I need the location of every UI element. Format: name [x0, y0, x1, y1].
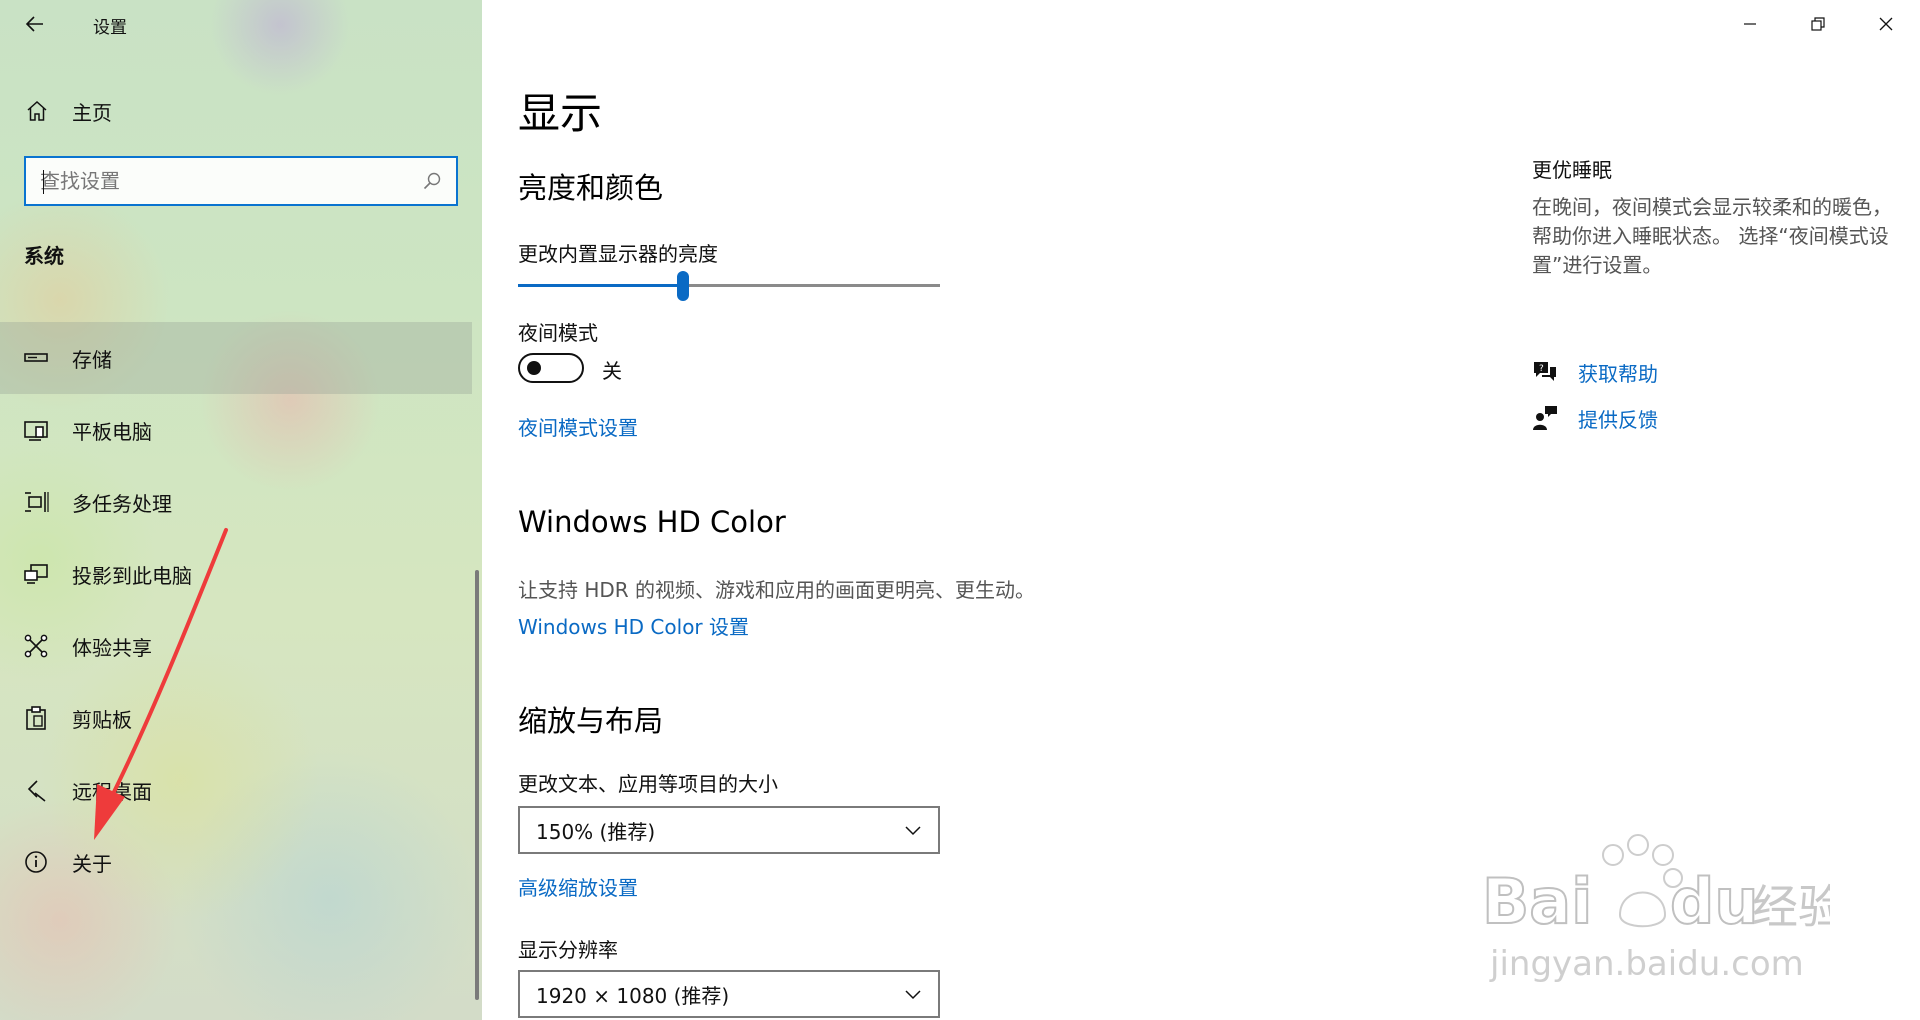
- scale-value: 150% (推荐): [536, 819, 656, 844]
- info-icon: [22, 848, 50, 876]
- clipboard-icon: [22, 704, 50, 732]
- tablet-icon: [22, 416, 50, 444]
- sidebar-item-label: 存储: [72, 347, 112, 372]
- sidebar-item-label: 关于: [72, 851, 112, 876]
- hdr-heading: Windows HD Color: [518, 505, 786, 539]
- slider-fill: [518, 284, 683, 287]
- search-input[interactable]: [26, 158, 418, 204]
- sidebar-item-about[interactable]: 关于: [0, 826, 472, 898]
- sidebar-nav: 存储 平板电脑 多任务处理 投影到此电脑 体验共享 剪贴板 远程桌面 关于: [0, 322, 472, 898]
- sidebar-scrollbar[interactable]: [475, 570, 479, 1000]
- sidebar-item-tablet[interactable]: 平板电脑: [0, 394, 472, 466]
- storage-icon: [22, 344, 50, 372]
- scale-label: 更改文本、应用等项目的大小: [518, 772, 778, 796]
- resolution-dropdown[interactable]: 1920 × 1080 (推荐): [518, 970, 940, 1018]
- sidebar-item-label: 平板电脑: [72, 419, 152, 444]
- multitasking-icon: [22, 488, 50, 516]
- text-caret: [43, 170, 44, 194]
- hdr-description: 让支持 HDR 的视频、游戏和应用的画面更明亮、更生动。: [518, 578, 1036, 602]
- sidebar-item-clipboard[interactable]: 剪贴板: [0, 682, 472, 754]
- feedback-label: 提供反馈: [1578, 407, 1658, 432]
- back-arrow-icon: [25, 16, 43, 32]
- minimize-icon: [1744, 23, 1756, 25]
- sidebar-item-projecting[interactable]: 投影到此电脑: [0, 538, 472, 610]
- chevron-down-icon: [902, 983, 924, 1005]
- main-pane: 显示 亮度和颜色 更改内置显示器的亮度 夜间模式 关 夜间模式设置 Window…: [482, 0, 1920, 1020]
- section-title: 系统: [24, 244, 64, 268]
- search-box[interactable]: [24, 156, 458, 206]
- minimize-button[interactable]: [1716, 0, 1784, 48]
- get-help-label: 获取帮助: [1578, 361, 1658, 386]
- remote-desktop-icon: [22, 776, 50, 804]
- feedback-icon: [1530, 403, 1560, 433]
- resolution-label: 显示分辨率: [518, 938, 618, 962]
- projecting-icon: [22, 560, 50, 588]
- brightness-slider[interactable]: [518, 268, 940, 302]
- home-icon: [24, 98, 50, 124]
- app-title: 设置: [93, 18, 127, 38]
- sidebar-item-label: 剪贴板: [72, 707, 132, 732]
- advanced-scaling-link[interactable]: 高级缩放设置: [518, 872, 638, 901]
- aside-title: 更优睡眠: [1532, 158, 1612, 182]
- close-button[interactable]: [1852, 0, 1920, 48]
- search-icon[interactable]: [418, 167, 446, 195]
- get-help-icon: ?: [1530, 357, 1560, 387]
- night-light-state: 关: [602, 359, 622, 383]
- shared-experiences-icon: [22, 632, 50, 660]
- aside-description: 在晚间，夜间模式会显示较柔和的暖色，帮助你进入睡眠状态。 选择“夜间模式设置”进…: [1532, 195, 1892, 277]
- sidebar-item-label: 主页: [72, 100, 112, 125]
- sidebar-item-remote-desktop[interactable]: 远程桌面: [0, 754, 472, 826]
- night-light-toggle[interactable]: [518, 353, 584, 383]
- resolution-value: 1920 × 1080 (推荐): [536, 983, 730, 1008]
- get-help-link[interactable]: ? 获取帮助: [1530, 355, 1658, 389]
- sidebar-item-home[interactable]: 主页: [0, 90, 482, 132]
- night-light-label: 夜间模式: [518, 321, 598, 345]
- brightness-label: 更改内置显示器的亮度: [518, 242, 718, 266]
- sidebar-item-label: 多任务处理: [72, 491, 172, 516]
- scale-heading: 缩放与布局: [518, 704, 664, 738]
- restore-icon: [1811, 17, 1825, 31]
- svg-text:?: ?: [1539, 364, 1544, 374]
- close-icon: [1879, 17, 1893, 31]
- toggle-knob: [527, 361, 541, 375]
- slider-thumb[interactable]: [676, 271, 689, 301]
- night-light-settings-link[interactable]: 夜间模式设置: [518, 412, 638, 441]
- sidebar-titlebar: 设置: [0, 0, 482, 48]
- sidebar-item-label: 投影到此电脑: [72, 563, 192, 588]
- feedback-link[interactable]: 提供反馈: [1530, 401, 1658, 435]
- sidebar-item-label: 远程桌面: [72, 779, 152, 804]
- restore-button[interactable]: [1784, 0, 1852, 48]
- hdr-settings-link[interactable]: Windows HD Color 设置: [518, 611, 749, 640]
- sidebar-item-label: 体验共享: [72, 635, 152, 660]
- sidebar-item-shared-experiences[interactable]: 体验共享: [0, 610, 472, 682]
- window-controls: [1716, 0, 1920, 48]
- sidebar-item-storage[interactable]: 存储: [0, 322, 472, 394]
- sidebar: 设置 主页 系统 存储 平板: [0, 0, 482, 1020]
- chevron-down-icon: [902, 819, 924, 841]
- back-button[interactable]: [18, 10, 52, 38]
- scale-dropdown[interactable]: 150% (推荐): [518, 806, 940, 854]
- sidebar-item-multitasking[interactable]: 多任务处理: [0, 466, 472, 538]
- page-title: 显示: [518, 89, 603, 138]
- brightness-heading: 亮度和颜色: [518, 171, 664, 205]
